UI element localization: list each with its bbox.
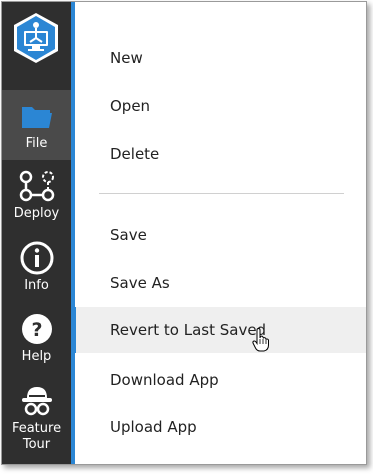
sidebar-item-feature-tour[interactable]: Feature Tour (2, 375, 71, 464)
sidebar-item-label: Info (24, 278, 49, 293)
menu-item-upload-app[interactable]: Upload App (75, 404, 366, 450)
sidebar-item-file[interactable]: File (2, 90, 71, 160)
file-menu-window: File Deploy Info ? Help Feature Tour New… (1, 1, 367, 465)
file-menu: New Open Delete Save Save As Revert to L… (73, 2, 366, 464)
label-line-2: Tour (22, 437, 51, 452)
sidebar-item-label: Feature Tour (12, 421, 61, 453)
sidebar-item-label: Help (21, 349, 52, 364)
menu-item-delete[interactable]: Delete (75, 131, 366, 177)
folder-icon (17, 98, 57, 134)
sidebar-item-info[interactable]: Info (2, 232, 71, 302)
menu-divider (99, 193, 344, 194)
menu-item-save[interactable]: Save (75, 212, 366, 258)
menu-item-new[interactable]: New (75, 35, 366, 81)
app-logo[interactable] (13, 12, 59, 64)
menu-item-open[interactable]: Open (75, 83, 366, 129)
sidebar-item-label: Deploy (13, 206, 60, 221)
sidebar-item-help[interactable]: ? Help (2, 303, 71, 373)
explorer-hat-icon (17, 383, 57, 419)
svg-text:?: ? (31, 319, 42, 341)
sidebar-item-label: File (25, 136, 48, 151)
deploy-nodes-icon (17, 168, 57, 204)
info-icon (17, 240, 57, 276)
menu-item-revert-to-last-saved[interactable]: Revert to Last Saved (73, 307, 366, 353)
label-line-1: Feature (11, 421, 62, 436)
sidebar: File Deploy Info ? Help Feature Tour (2, 2, 71, 464)
menu-item-download-app[interactable]: Download App (75, 357, 366, 403)
sidebar-item-deploy[interactable]: Deploy (2, 160, 71, 230)
help-icon: ? (17, 311, 57, 347)
menu-item-save-as[interactable]: Save As (75, 260, 366, 306)
hand-pointer-cursor-icon (252, 327, 270, 352)
